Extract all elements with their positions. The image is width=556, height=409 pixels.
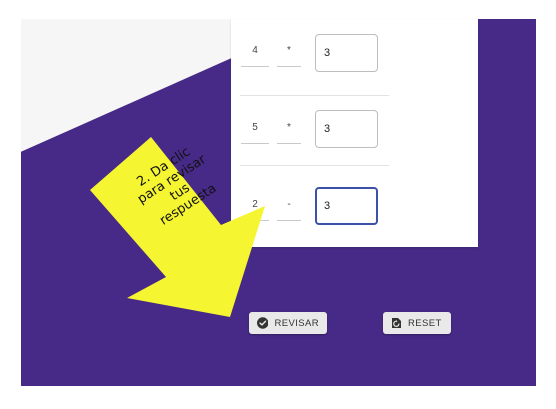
exercise-row: 5 * (231, 89, 478, 166)
exercise-card: 4 * 5 * 2 - (231, 19, 478, 247)
operator-value: - (287, 199, 291, 210)
reset-icon (392, 318, 401, 328)
exercise-row: 4 * (231, 19, 478, 96)
number-value: 4 (252, 45, 258, 56)
answer-input-focused[interactable] (315, 187, 378, 225)
answer-input[interactable] (315, 110, 378, 148)
revisar-label: REVISAR (274, 317, 319, 329)
operator-underline (277, 220, 301, 221)
reset-button[interactable]: RESET (383, 312, 451, 334)
check-circle-icon (257, 317, 269, 329)
operator-underline (277, 66, 301, 67)
exercise-row: 2 - (231, 166, 478, 243)
number-value: 2 (252, 199, 258, 210)
number-underline (241, 220, 269, 221)
number-underline (241, 66, 269, 67)
number-value: 5 (252, 122, 258, 133)
answer-input[interactable] (315, 34, 378, 72)
reset-label: RESET (408, 317, 442, 329)
number-underline (241, 143, 269, 144)
operator-value: * (287, 45, 291, 56)
operator-underline (277, 143, 301, 144)
operator-value: * (287, 122, 291, 133)
revisar-button[interactable]: REVISAR (249, 312, 327, 334)
